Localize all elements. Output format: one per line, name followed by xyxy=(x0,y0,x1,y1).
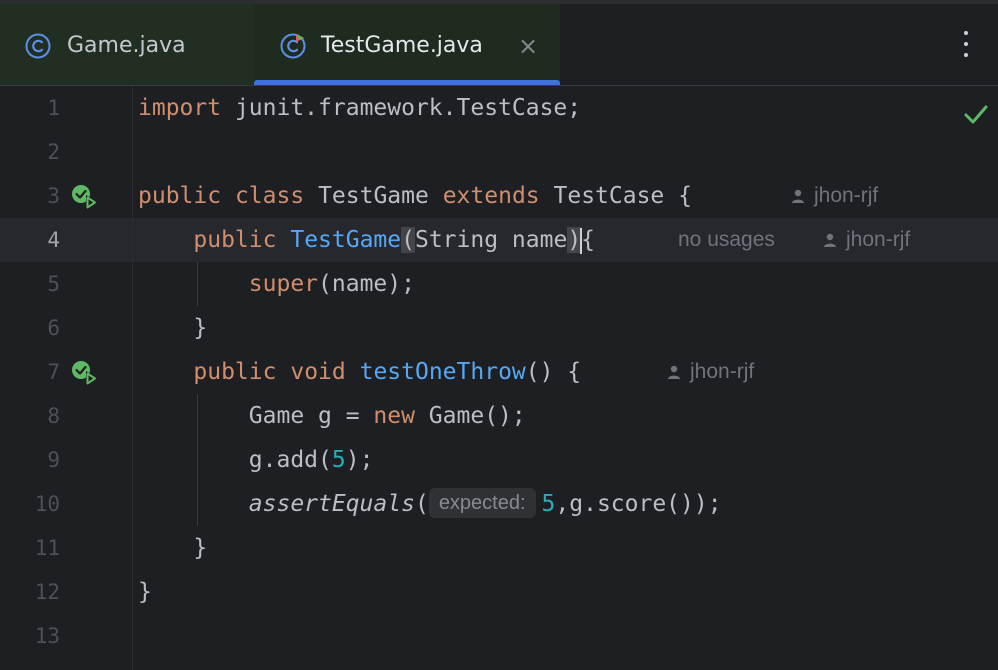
keyword: class xyxy=(234,183,305,209)
code-text[interactable]: } xyxy=(138,570,152,614)
person-icon xyxy=(792,189,804,203)
line-number: 12 xyxy=(34,580,60,604)
line-number: 1 xyxy=(47,96,60,120)
code-text[interactable]: } xyxy=(138,526,207,570)
code-line-8: 8 Game g = new Game(); xyxy=(0,394,998,438)
code-text[interactable]: import junit.framework.TestCase; xyxy=(138,86,581,130)
code-text[interactable]: g.add(5); xyxy=(138,438,374,482)
parameter-hint: expected: xyxy=(428,487,536,518)
code-line-6: 6 } xyxy=(0,306,998,350)
code-text[interactable]: public TestGame(String name){ xyxy=(138,218,595,262)
code-line-2: 2 xyxy=(0,130,998,174)
author-hint[interactable]: jhon-rjf xyxy=(666,350,754,394)
code-text[interactable]: public void testOneThrow() { xyxy=(138,350,581,394)
code-line-5: 5 super(name); xyxy=(0,262,998,306)
code-line-1: 1 import junit.framework.TestCase; xyxy=(0,86,998,130)
code-token: TestCase { xyxy=(553,183,692,209)
code-line-4: 4 public TestGame(String name){ no usage… xyxy=(0,218,998,262)
constructor-name: TestGame xyxy=(290,227,402,253)
author-hint[interactable]: jhon-rjf xyxy=(822,218,910,262)
code-token: Game g = xyxy=(248,403,374,429)
editor-tab-bar: Game.java TestGame.java × xyxy=(0,0,998,86)
run-test-icon[interactable] xyxy=(70,183,100,211)
keyword: public xyxy=(193,359,277,385)
code-token: ( xyxy=(414,491,429,517)
code-text[interactable]: Game g = new Game(); xyxy=(138,394,526,438)
code-token: () { xyxy=(525,359,582,385)
tab-label: TestGame.java xyxy=(321,33,483,58)
keyword: void xyxy=(290,359,346,385)
number-literal: 5 xyxy=(541,491,556,517)
tab-game-java[interactable]: Game.java xyxy=(0,4,254,85)
code-editor[interactable]: 1 import junit.framework.TestCase; 2 3 p… xyxy=(0,86,998,670)
keyword: extends xyxy=(442,183,540,209)
matched-paren: ) xyxy=(567,227,582,253)
code-token: (name); xyxy=(318,271,415,297)
java-test-class-icon xyxy=(280,33,306,59)
line-number: 3 xyxy=(47,184,60,208)
usages-hint[interactable]: no usages xyxy=(678,218,775,262)
active-tab-indicator xyxy=(254,80,560,85)
matched-paren: ( xyxy=(401,227,415,253)
tab-testgame-java[interactable]: TestGame.java × xyxy=(254,4,560,85)
java-class-icon xyxy=(25,33,51,59)
author-name: jhon-rjf xyxy=(846,228,911,251)
code-token: Game(); xyxy=(414,403,526,429)
line-number: 6 xyxy=(47,316,60,340)
line-number: 7 xyxy=(47,360,60,384)
usages-label: no usages xyxy=(678,228,775,251)
line-number: 9 xyxy=(47,448,60,472)
method-name: testOneThrow xyxy=(359,359,526,385)
keyword: import xyxy=(138,95,222,121)
code-token: } xyxy=(193,315,208,341)
code-line-12: 12 } xyxy=(0,570,998,614)
line-number: 13 xyxy=(34,624,60,648)
code-line-3: 3 public class TestGame extends TestCase… xyxy=(0,174,998,218)
code-text[interactable]: } xyxy=(138,306,207,350)
person-icon xyxy=(668,365,680,379)
code-text[interactable]: public class TestGame extends TestCase { xyxy=(138,174,692,218)
line-number: 10 xyxy=(34,492,60,516)
person-icon xyxy=(824,233,836,247)
author-name: jhon-rjf xyxy=(814,184,879,207)
line-number: 4 xyxy=(47,228,60,252)
code-line-9: 9 g.add(5); xyxy=(0,438,998,482)
keyword: public xyxy=(138,183,222,209)
line-number: 8 xyxy=(47,404,60,428)
keyword: new xyxy=(373,403,415,429)
more-options-icon[interactable] xyxy=(952,28,980,60)
number-literal: 5 xyxy=(331,447,346,473)
line-number: 2 xyxy=(47,140,60,164)
code-token: } xyxy=(138,579,152,605)
code-line-13: 13 xyxy=(0,614,998,658)
author-name: jhon-rjf xyxy=(690,360,755,383)
code-text[interactable]: super(name); xyxy=(138,262,415,306)
class-name: TestGame xyxy=(318,183,429,209)
line-number: 5 xyxy=(47,272,60,296)
code-token: ); xyxy=(345,447,374,473)
code-text[interactable]: assertEquals(expected: 5,g.score()); xyxy=(138,482,722,526)
author-hint[interactable]: jhon-rjf xyxy=(790,174,878,218)
code-line-11: 11 } xyxy=(0,526,998,570)
code-token: } xyxy=(193,535,208,561)
code-token: { xyxy=(581,227,596,253)
code-token: g.add( xyxy=(248,447,332,473)
method-call: assertEquals xyxy=(248,491,415,517)
keyword: public xyxy=(193,227,277,253)
code-token: junit.framework.TestCase; xyxy=(221,95,582,121)
code-line-7: 7 public void testOneThrow() { jhon-rjf xyxy=(0,350,998,394)
tab-label: Game.java xyxy=(67,33,186,58)
parameters: String name xyxy=(414,227,568,253)
line-number: 11 xyxy=(34,536,60,560)
code-line-10: 10 assertEquals(expected: 5,g.score()); xyxy=(0,482,998,526)
code-token: ,g.score()); xyxy=(555,491,722,517)
close-tab-icon[interactable]: × xyxy=(518,31,538,61)
ide-window: Game.java TestGame.java × 1 import junit… xyxy=(0,0,998,670)
keyword: super xyxy=(248,271,319,297)
run-test-icon[interactable] xyxy=(70,359,100,387)
